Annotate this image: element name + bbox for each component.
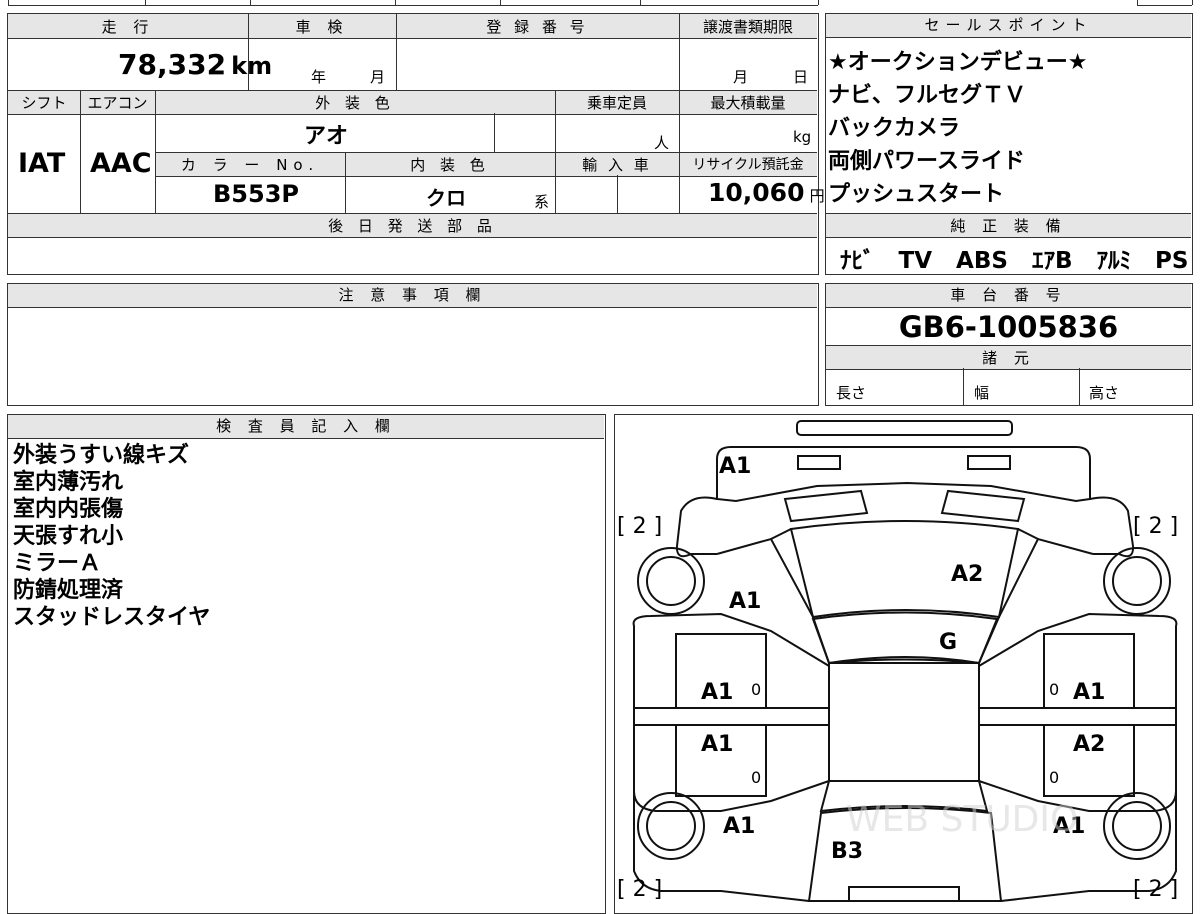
shift-value: IAT xyxy=(18,148,66,179)
genuine-equipment-header: 純 正 装 備 xyxy=(950,217,1067,235)
left-front-door-zero: 0 xyxy=(751,680,761,699)
equipment-item: ｱﾙﾐ xyxy=(1096,248,1132,274)
label-left-front-door: A1 xyxy=(701,680,733,705)
registration-label: 登 録 番 号 xyxy=(486,18,589,36)
spec-height-label: 高さ xyxy=(1089,384,1120,402)
specs-header: 諸 元 xyxy=(982,349,1035,367)
later-parts-label: 後 日 発 送 部 品 xyxy=(328,217,497,235)
ac-value: AAC xyxy=(90,148,152,179)
sales-point-line: ★オークションデビュー★ xyxy=(828,50,1088,75)
interior-color-value: クロ xyxy=(426,186,466,210)
sales-points-header: セールスポイント xyxy=(826,14,1191,38)
recycle-deposit-label: リサイクル預託金 xyxy=(692,157,804,173)
chassis-number: GB6-1005836 xyxy=(898,310,1119,344)
inspector-note: ミラーＡ xyxy=(13,551,102,576)
recycle-deposit-value: 10,060 円 xyxy=(708,178,825,207)
vehicle-info-table: 走 行 車 検 登 録 番 号 譲渡書類期限 シフト エアコン 外 装 色 乗車… xyxy=(7,13,825,275)
sales-point-line: ナビ、フルセグＴＶ xyxy=(828,83,1027,108)
capacity-unit: 人 xyxy=(654,134,670,152)
interior-color-label: 内 装 色 xyxy=(410,156,490,174)
sales-point-line: プッシュスタート xyxy=(828,182,1005,207)
label-left-front-fender: A1 xyxy=(729,589,761,614)
transfer-month: 月 xyxy=(733,68,749,86)
bracket-top-left: [ 2 ] xyxy=(617,514,662,539)
inspector-note: 外装うすい線キズ xyxy=(13,443,190,468)
color-no-label: カ ラ ー No. xyxy=(180,156,320,174)
capacity-label: 乗車定員 xyxy=(586,94,647,112)
label-windshield: G xyxy=(939,630,957,655)
inspector-header: 検 査 員 記 入 欄 xyxy=(8,415,604,439)
equipment-item: TV xyxy=(898,248,933,274)
shift-label: シフト xyxy=(21,94,67,112)
import-label: 輸 入 車 xyxy=(582,156,652,174)
inspector-note: 室内薄汚れ xyxy=(13,470,124,495)
inspector-note: 天張すれ小 xyxy=(13,524,124,549)
exterior-color-label: 外 装 色 xyxy=(315,94,395,112)
equipment-item: ｴｱB xyxy=(1031,248,1073,274)
right-rear-door-zero: 0 xyxy=(1049,768,1059,787)
label-right-front-door: A1 xyxy=(1073,680,1105,705)
equipment-item: ABS xyxy=(956,248,1008,274)
inspector-notes-list: 外装うすい線キズ 室内薄汚れ 室内内張傷 天張すれ小 ミラーＡ 防錆処理済 スタ… xyxy=(13,442,210,631)
spec-width-label: 幅 xyxy=(974,384,990,402)
inspection-year: 年 xyxy=(311,68,327,86)
chassis-header: 車 台 番 号 xyxy=(826,284,1191,308)
label-left-rear-door: A1 xyxy=(701,732,733,757)
inspector-note: 室内内張傷 xyxy=(13,497,124,522)
equipment-item: PS xyxy=(1155,248,1189,274)
genuine-equipment-list: ﾅﾋﾞ TV ABS ｴｱB ｱﾙﾐ PS PW xyxy=(840,241,1200,275)
transfer-day: 日 xyxy=(793,68,809,86)
label-rear: B3 xyxy=(831,839,863,864)
chassis-panel: 車 台 番 号 GB6-1005836 諸 元 長さ 幅 高さ xyxy=(825,283,1193,406)
ac-label: エアコン xyxy=(87,94,148,112)
watermark: WEB STUDIO xyxy=(846,799,1078,840)
sales-point-line: バックカメラ xyxy=(828,116,961,141)
equipment-item: ﾅﾋﾞ xyxy=(840,248,875,274)
right-front-door-zero: 0 xyxy=(1049,680,1059,699)
notes-panel: 注 意 事 項 欄 xyxy=(7,283,819,406)
label-right-rear-door: A2 xyxy=(1073,732,1105,757)
exterior-color-value: アオ xyxy=(304,124,349,149)
interior-color-suffix: 系 xyxy=(534,193,550,211)
bracket-bottom-right: [ 2 ] xyxy=(1133,877,1178,902)
sales-points-panel: セールスポイント ★オークションデビュー★ ナビ、フルセグＴＶ バックカメラ 両… xyxy=(825,13,1193,275)
car-diagram-panel: A1 A2 A1 G A1 A1 A1 A2 A1 A1 B3 0 0 0 0 … xyxy=(614,414,1193,914)
label-front-bumper: A1 xyxy=(719,454,751,479)
sales-point-line: 両側パワースライド xyxy=(828,149,1025,174)
inspection-month: 月 xyxy=(370,68,386,86)
mileage-value: 78,332 km xyxy=(118,48,273,81)
sales-points-list: ★オークションデビュー★ ナビ、フルセグＴＶ バックカメラ 両側パワースライド … xyxy=(828,46,1087,211)
car-diagram: A1 A2 A1 G A1 A1 A1 A2 A1 A1 B3 0 0 0 0 … xyxy=(617,420,1178,902)
transfer-deadline-label: 譲渡書類期限 xyxy=(702,18,793,36)
max-load-unit: kg xyxy=(793,128,812,146)
bracket-top-right: [ 2 ] xyxy=(1133,514,1178,539)
label-left-quarter: A1 xyxy=(723,814,755,839)
inspector-note: スタッドレスタイヤ xyxy=(13,605,211,630)
recycle-deposit-unit: 円 xyxy=(809,187,825,205)
notes-header: 注 意 事 項 欄 xyxy=(8,284,817,308)
label-hood: A2 xyxy=(951,562,983,587)
mileage-unit: km xyxy=(231,52,273,80)
left-rear-door-zero: 0 xyxy=(751,768,761,787)
bracket-bottom-left: [ 2 ] xyxy=(617,877,662,902)
spec-length-label: 長さ xyxy=(836,384,867,402)
max-load-label: 最大積載量 xyxy=(710,94,786,112)
color-no-value: B553P xyxy=(213,180,299,208)
inspector-panel: 検 査 員 記 入 欄 外装うすい線キズ 室内薄汚れ 室内内張傷 天張すれ小 ミ… xyxy=(7,414,606,914)
inspection-label: 車 検 xyxy=(295,18,349,36)
mileage-label: 走 行 xyxy=(101,18,155,36)
inspector-note: 防錆処理済 xyxy=(13,578,124,603)
